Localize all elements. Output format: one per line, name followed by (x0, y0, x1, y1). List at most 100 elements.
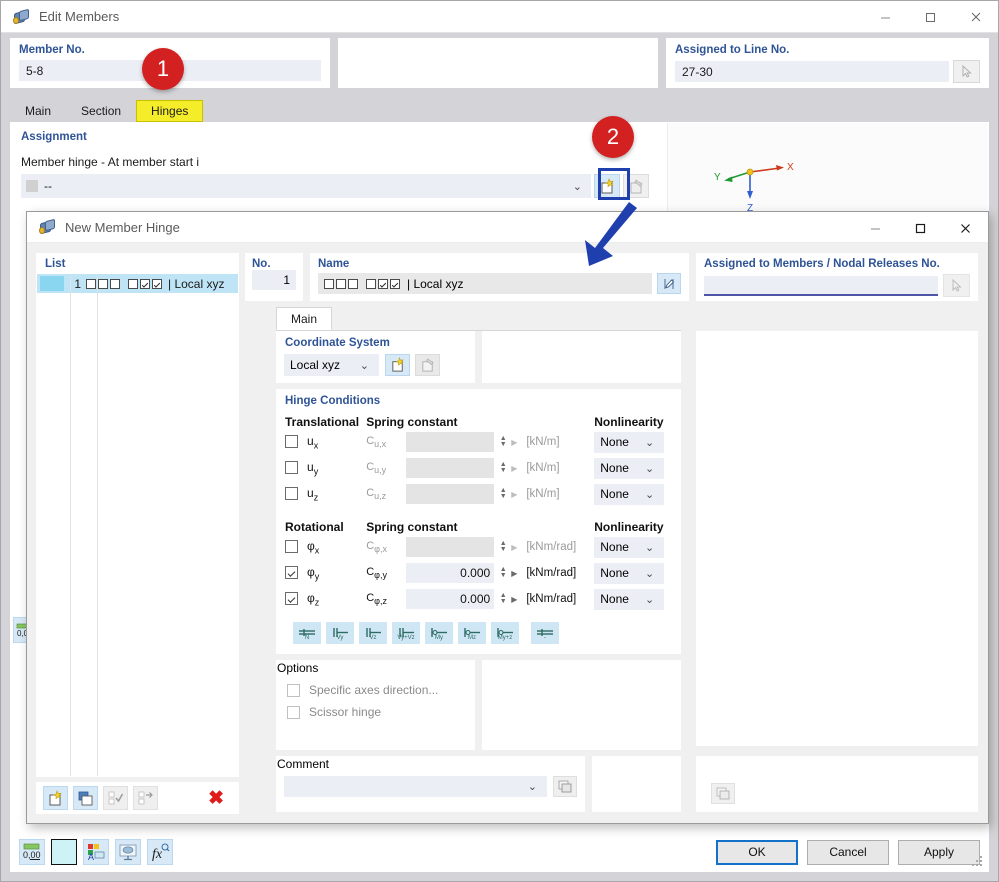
checkbox-scissor-hinge[interactable] (287, 705, 300, 719)
cancel-button[interactable]: Cancel (807, 839, 889, 865)
spinner-ux[interactable]: ▲ ▼ (498, 435, 508, 448)
nonlinearity-combo-uy[interactable]: None ⌄ (594, 457, 665, 479)
tab-main[interactable]: Main (10, 100, 67, 122)
display-props-icon[interactable]: A (83, 839, 109, 865)
nonlinearity-combo-phiy[interactable]: None ⌄ (594, 562, 665, 584)
comment-copy-right-icon[interactable] (711, 783, 735, 804)
member-hinge-value: -- (44, 179, 52, 193)
expand-arrow-uy[interactable]: ▶ (511, 464, 517, 473)
spring-input-uz[interactable] (406, 484, 495, 504)
hinge-no-panel: No. 1 (245, 253, 303, 301)
checkbox-uy[interactable] (285, 461, 298, 475)
delete-x-icon[interactable]: ✖ (208, 789, 232, 808)
new-member-hinge-title: New Member Hinge (65, 219, 180, 235)
preset-myz-button[interactable]: My+z (491, 622, 519, 644)
spring-input-uy[interactable] (406, 458, 495, 478)
spinner-phiy[interactable]: ▲ ▼ (498, 566, 508, 579)
visibility-icon[interactable] (115, 839, 141, 865)
preset-vy-button[interactable]: Vy (326, 622, 354, 644)
spring-input-ux[interactable] (406, 432, 495, 452)
check-all-icon[interactable] (103, 786, 128, 810)
minimize-icon[interactable] (863, 1, 908, 33)
modal-close-icon[interactable] (943, 212, 988, 244)
spring-label-cuz: Cu,z (366, 486, 387, 502)
preset-mz-button[interactable]: Mz (458, 622, 486, 644)
pencil-edit-icon[interactable] (657, 273, 681, 294)
apply-button[interactable]: Apply (898, 839, 980, 865)
modal-maximize-icon[interactable] (898, 212, 943, 244)
assigned-members-panel: Assigned to Members / Nodal Releases No. (696, 253, 978, 301)
formula-fx-icon[interactable]: fx (147, 839, 173, 865)
assigned-to-line-input[interactable]: 27-30 (675, 61, 949, 82)
edit-coordinate-system-button[interactable] (415, 354, 440, 376)
expand-arrow-phiz[interactable]: ▶ (511, 595, 517, 604)
checkbox-phix[interactable] (285, 540, 298, 554)
new-coordinate-system-button[interactable] (385, 354, 410, 376)
spinner-phix[interactable]: ▲ ▼ (498, 540, 508, 553)
preset-vz-button[interactable]: Vz (359, 622, 387, 644)
hinge-list-header: List (45, 258, 66, 270)
checkbox-ux[interactable] (285, 435, 298, 449)
translational-header: Translational (285, 415, 360, 429)
invert-check-icon[interactable] (133, 786, 158, 810)
assigned-members-input[interactable] (704, 275, 938, 296)
unit-phiz: [kNm/rad] (526, 593, 577, 605)
hinge-conditions-title: Hinge Conditions (285, 395, 381, 407)
new-item-icon[interactable] (43, 786, 68, 810)
assigned-pick-cursor-icon[interactable] (943, 274, 970, 297)
preset-vyvz-button[interactable]: Vy+Vz (392, 622, 420, 644)
coordinate-system-combo[interactable]: Local xyz ⌄ (284, 354, 379, 376)
copy-comment-icon[interactable] (553, 776, 577, 797)
window-resize-grip[interactable] (972, 856, 984, 868)
option-specific-axes-direction[interactable]: Specific axes direction... (277, 675, 474, 697)
translational-headers: Translational Spring constant Nonlineari… (285, 415, 672, 429)
nonlinearity-combo-uz[interactable]: None ⌄ (594, 483, 665, 505)
spring-input-phiz[interactable]: 0.000 (406, 589, 495, 609)
expand-arrow-uz[interactable]: ▶ (511, 490, 517, 499)
preset-none-button[interactable]: - (531, 622, 559, 644)
rotational-row-phix: φx Cφ,x ▲ ▼ ▶ [kNm/rad] None ⌄ (285, 534, 672, 560)
checkbox-uz[interactable] (285, 487, 298, 501)
option-scissor-hinge[interactable]: Scissor hinge (277, 697, 474, 719)
tab-hinges[interactable]: Hinges (136, 100, 204, 122)
nonlinearity-combo-phix[interactable]: None ⌄ (594, 536, 665, 558)
modal-minimize-icon[interactable] (853, 212, 898, 244)
color-swatch-icon[interactable] (51, 839, 77, 865)
expand-arrow-phix[interactable]: ▶ (511, 543, 517, 552)
spinner-phiz[interactable]: ▲ ▼ (498, 592, 508, 605)
callout-2: 2 (592, 116, 634, 158)
preset-n-button[interactable]: N (293, 622, 321, 644)
copy-item-icon[interactable] (73, 786, 98, 810)
hinge-name-value: | Local xyz (407, 276, 464, 291)
hinge-no-input[interactable]: 1 (252, 270, 296, 290)
ok-button[interactable]: OK (716, 839, 798, 865)
comment-combo[interactable]: ⌄ (284, 776, 547, 797)
options-group: Options Specific axes direction... Sciss… (276, 660, 475, 750)
spring-input-phix[interactable] (406, 537, 495, 557)
hinge-conditions-group: Hinge Conditions Translational Spring co… (276, 389, 681, 654)
spinner-uz[interactable]: ▲ ▼ (498, 487, 508, 500)
spinner-uy[interactable]: ▲ ▼ (498, 461, 508, 474)
expand-arrow-ux[interactable]: ▶ (511, 438, 517, 447)
checkbox-phiz[interactable] (285, 592, 298, 606)
maximize-icon[interactable] (908, 1, 953, 33)
close-icon[interactable] (953, 1, 998, 33)
spring-input-phiy[interactable]: 0.000 (406, 563, 495, 583)
chevron-down-icon: ⌄ (572, 180, 582, 193)
member-hinge-combo[interactable]: -- ⌄ (21, 174, 591, 198)
hinge-name-check-glyphs (324, 278, 400, 289)
pick-cursor-icon[interactable] (953, 60, 980, 83)
modal-tab-main[interactable]: Main (276, 307, 333, 330)
tab-section[interactable]: Section (66, 100, 137, 122)
checkbox-specific-axes[interactable] (287, 683, 300, 697)
callout-arrow (585, 202, 637, 266)
preset-my-button[interactable]: My (425, 622, 453, 644)
list-item[interactable]: 1 | Local xyz (37, 274, 238, 293)
checkbox-phiy[interactable] (285, 566, 298, 580)
hinge-name-input[interactable]: | Local xyz (318, 273, 652, 294)
dof-label-phiz: φz (307, 590, 320, 608)
nonlinearity-combo-ux[interactable]: None ⌄ (594, 431, 665, 453)
nonlinearity-combo-phiz[interactable]: None ⌄ (594, 588, 665, 610)
decimal-places-icon[interactable]: 0,00 (19, 839, 45, 865)
expand-arrow-phiy[interactable]: ▶ (511, 569, 517, 578)
